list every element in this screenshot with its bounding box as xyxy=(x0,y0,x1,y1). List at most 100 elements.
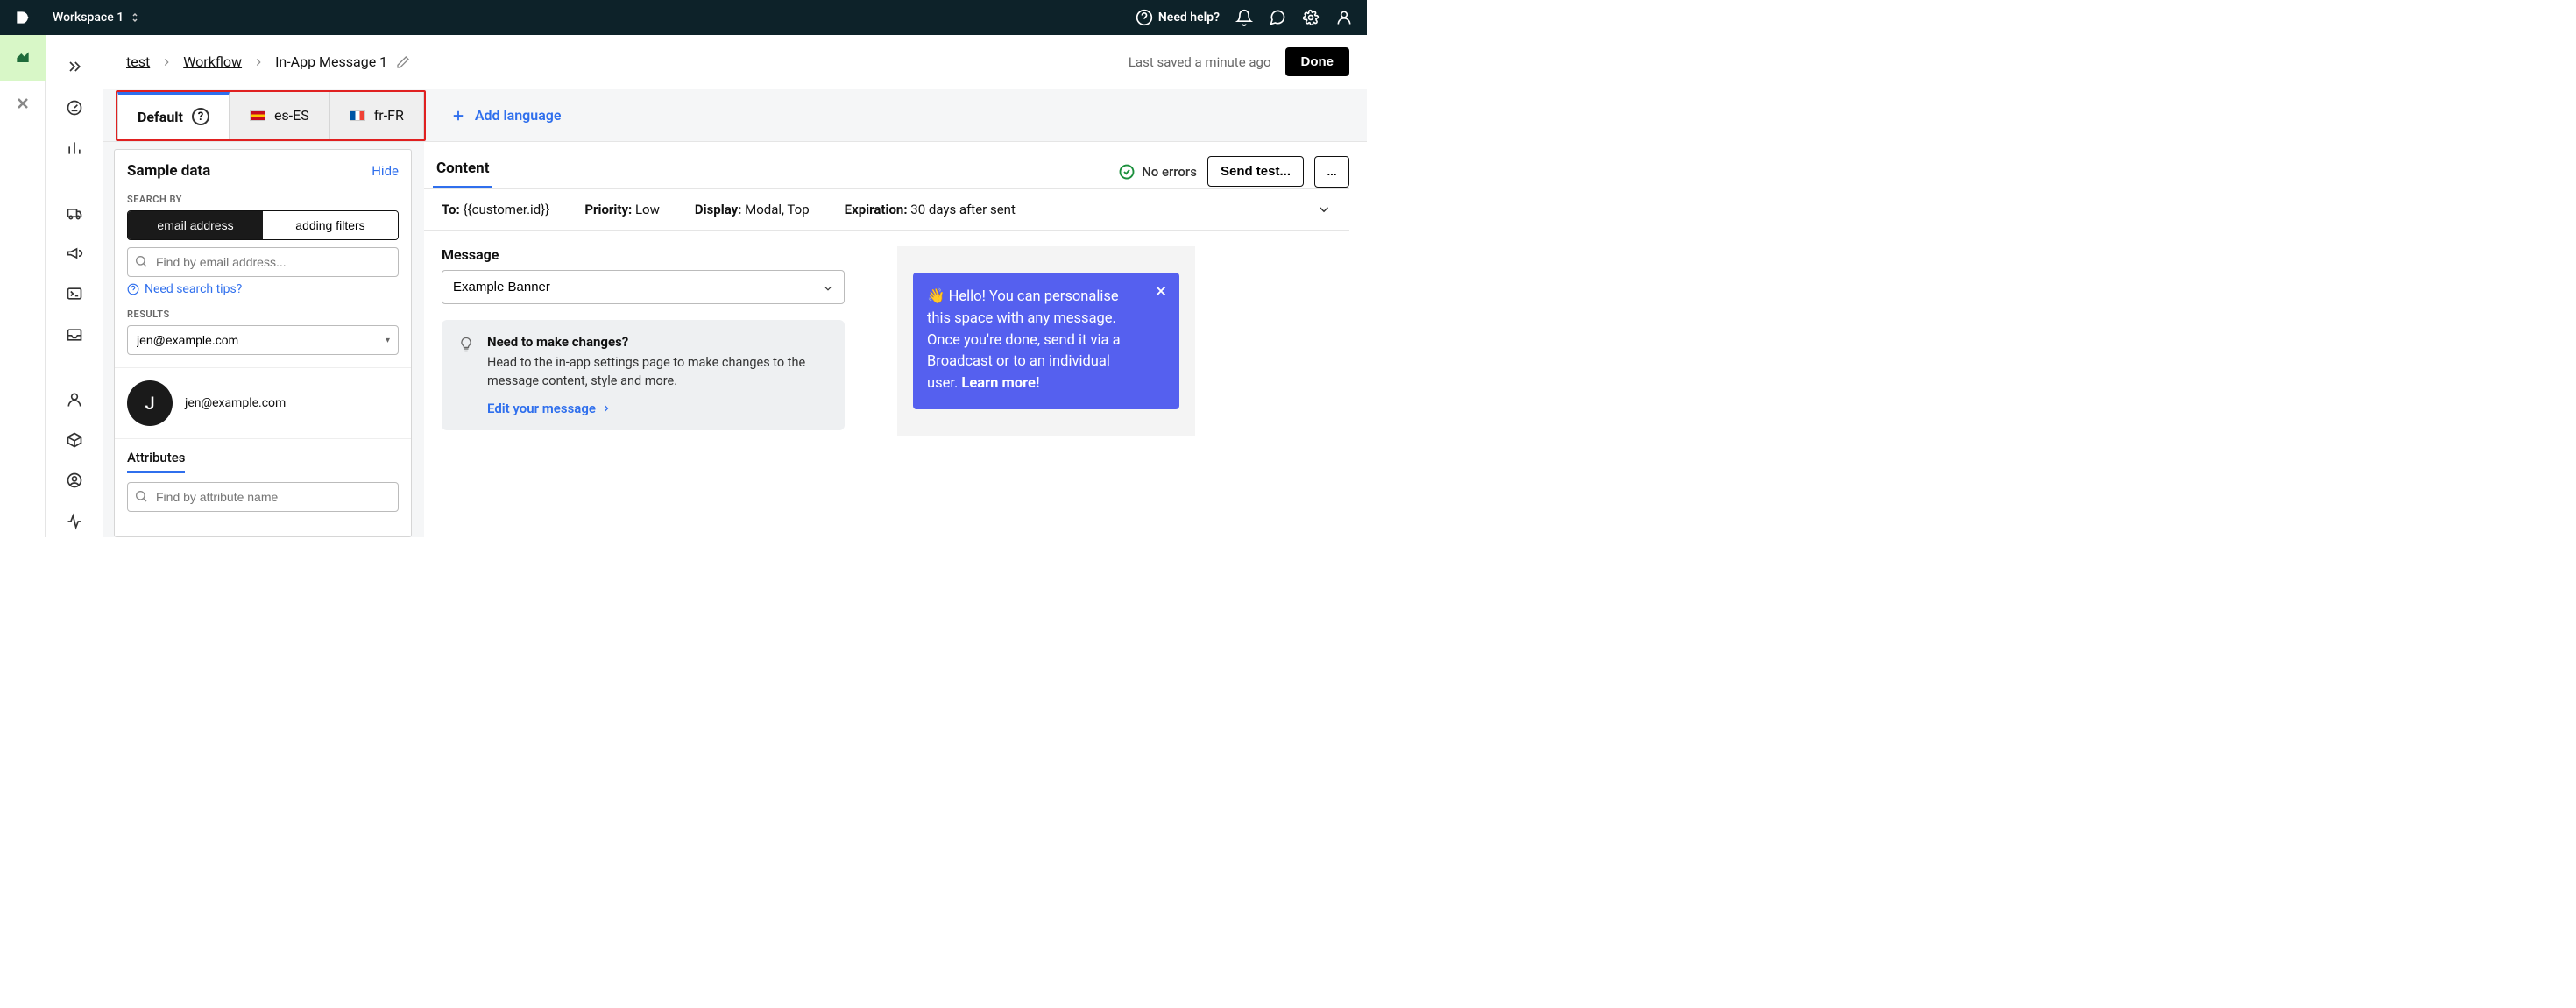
user-icon[interactable] xyxy=(1335,9,1353,26)
hint-box: Need to make changes? Head to the in-app… xyxy=(442,320,845,430)
chevron-right-icon xyxy=(160,56,173,68)
product-active[interactable] xyxy=(0,35,46,81)
product-secondary[interactable] xyxy=(0,81,46,126)
sidebar-item-transactional[interactable] xyxy=(58,278,91,309)
summary-display-value: Modal, Top xyxy=(745,202,810,217)
tab-attributes[interactable]: Attributes xyxy=(127,450,185,473)
gear-icon[interactable] xyxy=(1302,9,1320,26)
help-label: Need help? xyxy=(1158,11,1220,25)
check-circle-icon xyxy=(1119,164,1135,180)
add-language-button[interactable]: Add language xyxy=(440,107,572,124)
sidebar-item-journeys[interactable] xyxy=(58,196,91,228)
truck-icon xyxy=(66,204,83,222)
flag-fr-icon xyxy=(350,110,365,121)
sidebar-item-people[interactable] xyxy=(58,383,91,415)
search-mode-filters[interactable]: adding filters xyxy=(263,211,398,239)
sample-data-panel: Sample data Hide SEARCH BY email address… xyxy=(103,142,424,537)
help-icon xyxy=(127,283,139,295)
sidebar-item-analytics[interactable] xyxy=(58,132,91,164)
need-help-link[interactable]: Need help? xyxy=(1136,9,1220,26)
last-saved-text: Last saved a minute ago xyxy=(1129,54,1271,70)
summary-to-label: To: xyxy=(442,202,460,217)
results-select[interactable]: jen@example.com xyxy=(127,325,399,355)
language-tab-fr[interactable]: fr-FR xyxy=(329,92,424,139)
message-preview: 👋 Hello! You can personalise this space … xyxy=(897,246,1195,436)
product-switcher-rail xyxy=(0,35,46,537)
search-mode-segmented: email address adding filters xyxy=(127,210,399,240)
sidebar-item-dashboard[interactable] xyxy=(58,91,91,123)
chat-icon[interactable] xyxy=(1269,9,1286,26)
summary-expiration-label: Expiration: xyxy=(845,202,908,217)
banner-emoji: 👋 xyxy=(927,288,945,305)
sidebar xyxy=(46,35,103,537)
updown-icon xyxy=(131,11,139,24)
breadcrumb-row: test Workflow In-App Message 1 Last save… xyxy=(103,35,1367,89)
no-errors-indicator: No errors xyxy=(1119,164,1197,180)
plus-icon xyxy=(450,108,466,124)
add-language-label: Add language xyxy=(475,107,562,124)
breadcrumb-item-test[interactable]: test xyxy=(126,53,150,70)
banner-cta: Learn more! xyxy=(961,375,1039,392)
attribute-search-input[interactable] xyxy=(127,482,399,512)
language-tab-label: Default xyxy=(138,109,183,125)
summary-expiration-value: 30 days after sent xyxy=(910,202,1016,217)
bar-chart-icon xyxy=(66,139,83,157)
bell-icon[interactable] xyxy=(1235,9,1253,26)
sidebar-item-activity[interactable] xyxy=(58,506,91,537)
hint-body: Head to the in-app settings page to make… xyxy=(487,353,829,390)
summary-priority-label: Priority: xyxy=(584,202,632,217)
product-icon xyxy=(14,49,32,67)
summary-display-label: Display: xyxy=(695,202,742,217)
send-test-button[interactable]: Send test... xyxy=(1207,156,1304,187)
app-logo-icon xyxy=(14,9,32,26)
inbox-icon xyxy=(66,326,83,344)
edit-message-label: Edit your message xyxy=(487,401,596,416)
sidebar-item-content[interactable] xyxy=(58,424,91,456)
language-tab-label: fr-FR xyxy=(374,107,404,124)
edit-message-link[interactable]: Edit your message xyxy=(487,401,612,416)
sidebar-collapse[interactable] xyxy=(58,51,91,82)
preview-banner: 👋 Hello! You can personalise this space … xyxy=(913,273,1179,409)
more-actions-button[interactable]: ... xyxy=(1314,156,1349,188)
search-icon xyxy=(134,489,148,503)
search-tips-label: Need search tips? xyxy=(145,282,242,296)
workspace-name: Workspace 1 xyxy=(53,11,124,25)
chevron-right-icon xyxy=(252,56,265,68)
workspace-switcher[interactable]: Workspace 1 xyxy=(53,11,139,25)
chevron-down-icon[interactable] xyxy=(1316,202,1332,217)
breadcrumb-current: In-App Message 1 xyxy=(275,53,387,70)
search-tips-link[interactable]: Need search tips? xyxy=(127,282,399,296)
close-icon[interactable] xyxy=(1153,283,1169,299)
hide-sample-data-link[interactable]: Hide xyxy=(372,163,399,179)
product-x-icon xyxy=(14,95,32,112)
help-icon: ? xyxy=(192,108,209,125)
sidebar-item-segments[interactable] xyxy=(58,465,91,496)
megaphone-icon xyxy=(66,245,83,262)
language-tab-label: es-ES xyxy=(274,107,309,124)
message-template-select[interactable]: Example Banner xyxy=(442,270,845,304)
content-panel: Content No errors Send test... ... To: {… xyxy=(424,142,1367,537)
summary-priority-value: Low xyxy=(635,202,660,217)
email-search-input[interactable] xyxy=(127,247,399,277)
pencil-icon[interactable] xyxy=(396,55,410,69)
gauge-icon xyxy=(66,99,83,117)
lightbulb-icon xyxy=(457,336,475,353)
done-button[interactable]: Done xyxy=(1285,47,1350,76)
search-mode-email[interactable]: email address xyxy=(128,211,263,239)
box-icon xyxy=(66,431,83,449)
help-icon xyxy=(1136,9,1153,26)
pulse-icon xyxy=(66,513,83,530)
person-icon xyxy=(66,391,83,408)
profile-email: jen@example.com xyxy=(185,396,286,410)
avatar: J xyxy=(127,380,173,426)
language-tab-default[interactable]: Default ? xyxy=(117,92,230,139)
breadcrumb-item-workflow[interactable]: Workflow xyxy=(183,53,242,70)
user-circle-icon xyxy=(66,472,83,489)
language-tab-es[interactable]: es-ES xyxy=(230,92,329,139)
sidebar-item-broadcasts[interactable] xyxy=(58,238,91,269)
message-summary-bar[interactable]: To: {{customer.id}} Priority: Low Displa… xyxy=(424,188,1349,231)
tab-content[interactable]: Content xyxy=(433,154,492,188)
sidebar-item-deliveries[interactable] xyxy=(58,319,91,351)
results-label: RESULTS xyxy=(127,309,399,320)
language-tabs: Default ? es-ES fr-FR xyxy=(116,90,426,141)
